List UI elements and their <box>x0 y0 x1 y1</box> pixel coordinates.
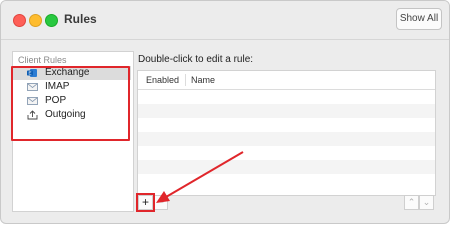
annotation-arrow <box>156 151 244 203</box>
